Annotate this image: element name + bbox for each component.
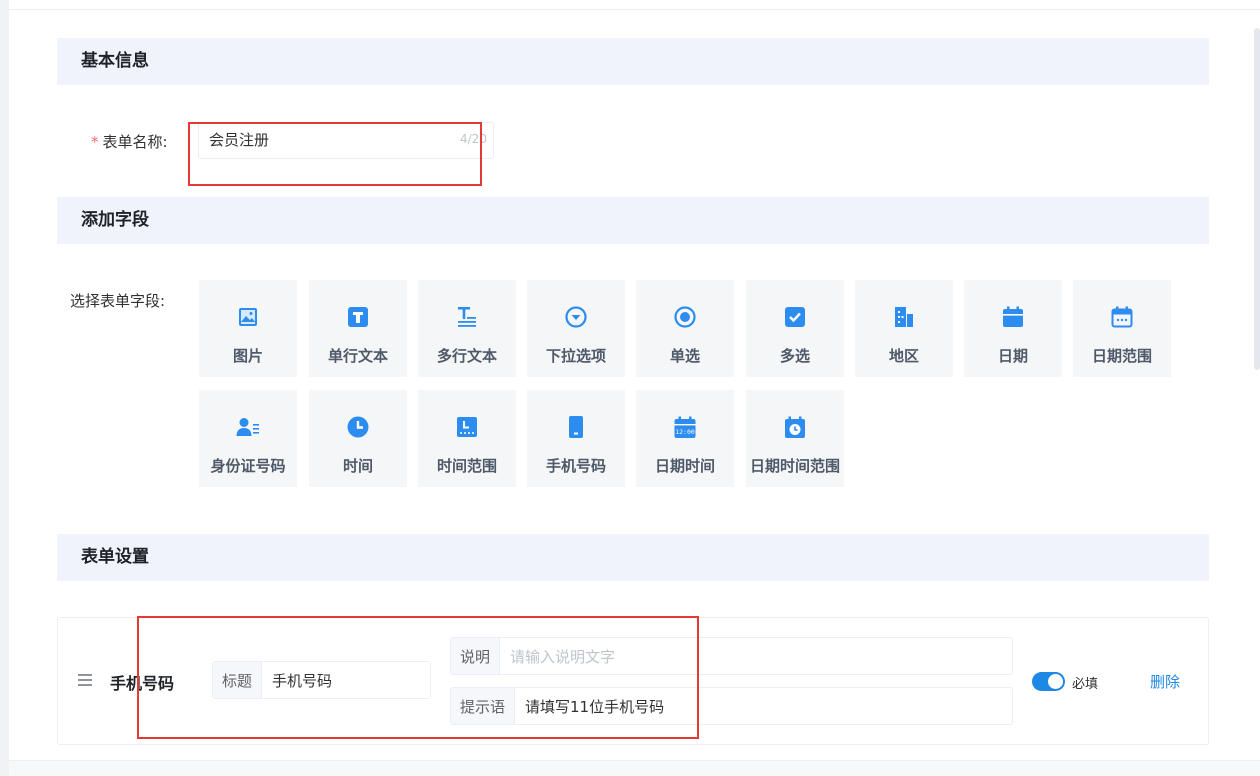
time-range-icon [457,417,477,437]
delete-field-link[interactable]: 删除 [1150,671,1180,692]
field-tile-label: 图片 [232,347,263,365]
field-tile-image[interactable]: 图片 [199,280,297,377]
field-tile-label: 身份证号码 [210,457,286,475]
field-tile-region[interactable]: 地区 [855,280,953,377]
field-picker-label: 选择表单字段: [70,292,166,310]
required-toggle[interactable] [1032,672,1065,691]
dropdown-icon [565,306,587,328]
required-star: * [91,133,99,151]
title-input-prefix: 标题 [213,662,263,698]
title-input-group: 标题 手机号码 [212,661,431,699]
field-tile-label: 手机号码 [545,457,606,475]
drag-handle-icon[interactable] [78,674,92,686]
section-header-form-settings: 表单设置 [57,534,1209,581]
field-tile-label: 地区 [888,347,919,365]
field-tile-time-range[interactable]: 时间范围 [418,390,516,487]
image-icon [239,308,257,326]
datetime-range-icon [785,416,805,438]
field-tile-label: 下拉选项 [545,347,606,365]
radio-icon [674,306,696,328]
required-toggle-label: 必填 [1072,677,1099,692]
field-tile-label: 时间范围 [436,457,497,475]
next-card-edge [9,760,1260,776]
title-input[interactable]: 手机号码 [262,662,430,698]
mobile-phone-icon [569,416,583,438]
checkbox-icon [785,307,805,327]
field-tile-label: 多行文本 [436,347,497,365]
hint-input-prefix: 提示语 [451,688,516,724]
field-tile-date-range[interactable]: 日期范围 [1073,280,1171,377]
date-icon [1003,306,1023,327]
datetime-icon: 12:00 [674,416,696,438]
form-name-input[interactable]: 会员注册 [198,122,494,159]
field-tile-label: 多选 [779,347,810,365]
field-tile-label: 日期 [997,347,1028,365]
field-tile-checkbox[interactable]: 多选 [746,280,844,377]
field-tile-label: 单选 [669,347,700,365]
top-divider [9,9,1260,10]
field-tile-label: 日期时间范围 [749,457,840,475]
toggle-knob [1048,674,1063,689]
form-name-char-counter: 4/20 [460,132,487,146]
field-tile-label: 日期时间 [654,457,715,475]
id-card-icon [236,418,259,436]
field-tile-multi-line-text[interactable]: 多行文本 [418,280,516,377]
field-tile-radio[interactable]: 单选 [636,280,734,377]
field-tile-datetime[interactable]: 12:00 日期时间 [636,390,734,487]
svg-text:12:00: 12:00 [675,428,695,436]
section-header-add-fields: 添加字段 [57,197,1209,244]
field-tile-date[interactable]: 日期 [964,280,1062,377]
description-input-prefix: 说明 [451,638,501,674]
region-icon [895,307,913,327]
field-tile-dropdown[interactable]: 下拉选项 [527,280,625,377]
section-header-basic-info: 基本信息 [57,38,1209,85]
field-tile-label: 时间 [342,457,373,475]
field-tile-mobile-phone[interactable]: 手机号码 [527,390,625,487]
hint-input-group: 提示语 请填写11位手机号码 [450,687,1013,725]
field-tile-datetime-range[interactable]: 日期时间范围 [746,390,844,487]
multi-line-text-icon [458,307,476,327]
clock-icon [347,416,369,438]
field-tile-label: 单行文本 [327,347,388,365]
single-line-text-icon [348,307,368,327]
vertical-scrollbar[interactable] [1254,28,1260,370]
description-input-group: 说明 请输入说明文字 [450,637,1013,675]
form-name-label-text: 表单名称: [102,133,168,151]
setting-field-name: 手机号码 [110,674,175,693]
field-tile-id-card[interactable]: 身份证号码 [199,390,297,487]
field-tile-time[interactable]: 时间 [309,390,407,487]
date-range-icon [1111,306,1133,328]
field-tile-label: 日期范围 [1091,347,1152,365]
page-left-border [0,0,9,776]
hint-input[interactable]: 请填写11位手机号码 [515,688,1012,724]
form-name-label: * 表单名称: [91,131,168,152]
description-input[interactable]: 请输入说明文字 [500,638,1012,674]
field-tile-single-line-text[interactable]: 单行文本 [309,280,407,377]
